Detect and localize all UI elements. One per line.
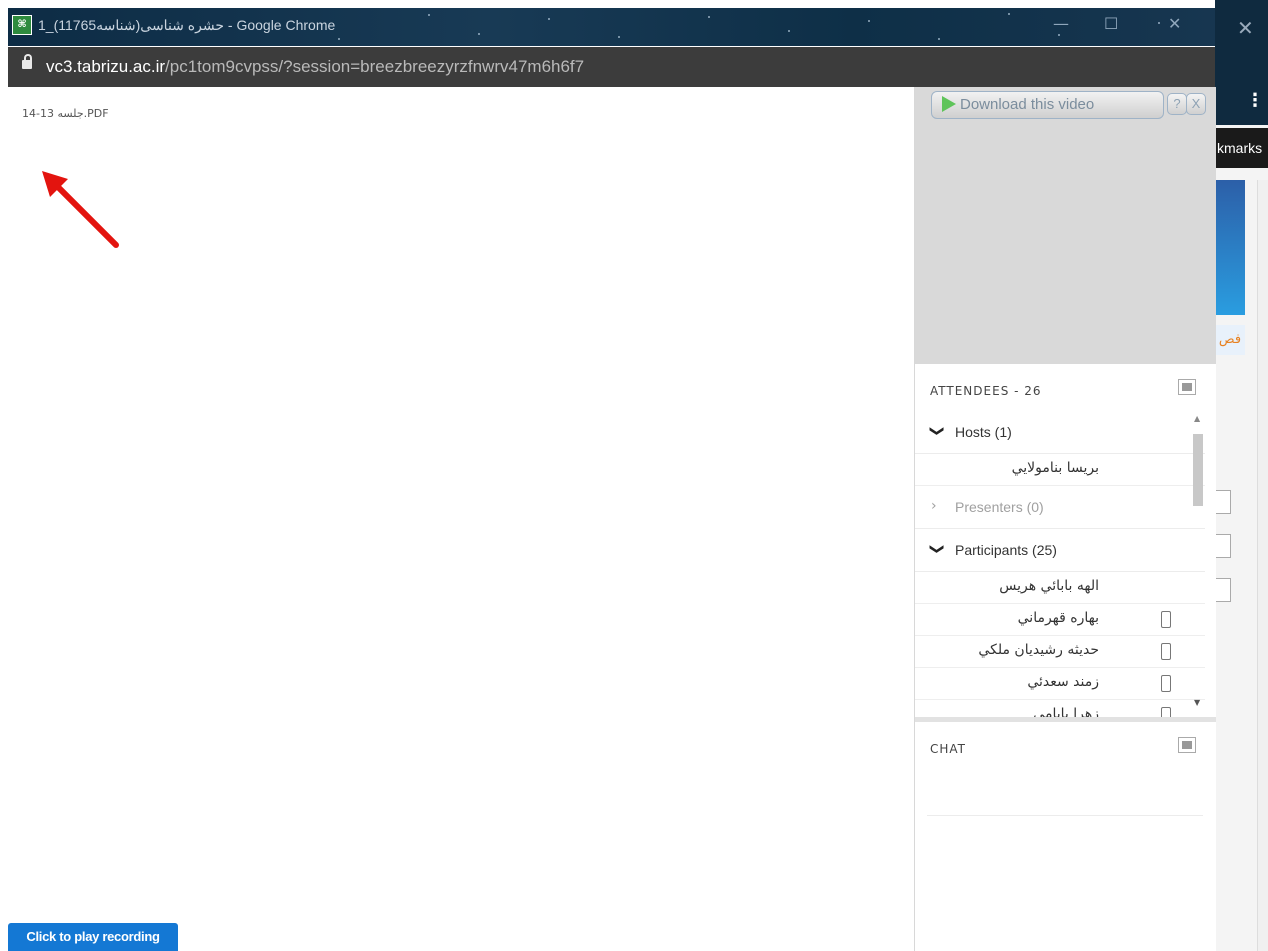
group-label: Hosts (1) — [955, 424, 1012, 440]
attendee-name: حديثه رشيديان ملكي — [978, 642, 1099, 658]
window-title: حشره شناسی(شناسه11765)_1 - Google Chrome — [38, 17, 336, 33]
list-item[interactable]: الهه بابائي هريس — [915, 572, 1205, 604]
mobile-device-icon — [1161, 675, 1171, 692]
attendee-name: بهاره قهرماني — [1017, 610, 1099, 626]
url-text[interactable]: vc3.tabrizu.ac.ir/pc1tom9cvpss/?session=… — [46, 57, 584, 77]
document-file-name: 14-13 جلسه.PDF — [22, 107, 109, 120]
help-button[interactable]: ? — [1167, 93, 1187, 115]
minimize-icon[interactable]: — — [1053, 14, 1069, 33]
background-checkbox — [1215, 490, 1231, 514]
mobile-device-icon — [1161, 611, 1171, 628]
attendees-header: ATTENDEES - 26 — [915, 367, 1216, 411]
attendee-list: ❯ Hosts (1) بريسا بناموﻻيي › Presenters … — [915, 411, 1205, 717]
pod-divider[interactable] — [915, 717, 1216, 722]
background-bookmarks-label: kmarks — [1215, 128, 1268, 168]
background-window-titlebar: ✕ ⋮ — [1215, 0, 1268, 125]
attendees-title: ATTENDEES - 26 — [930, 384, 1042, 398]
close-pod-button[interactable]: X — [1186, 93, 1206, 115]
list-item[interactable]: زمند سعدئي — [915, 668, 1205, 700]
mobile-device-icon — [1161, 707, 1171, 717]
chevron-right-icon: › — [931, 498, 937, 514]
attendee-name: الهه بابائي هريس — [999, 578, 1099, 594]
group-hosts[interactable]: ❯ Hosts (1) — [915, 411, 1205, 454]
video-pod: Download this video ? X — [915, 87, 1216, 364]
play-icon — [942, 95, 956, 112]
background-tab-label: فص — [1215, 325, 1245, 355]
chat-title: CHAT — [930, 742, 967, 756]
lock-icon[interactable] — [22, 54, 32, 69]
background-checkbox — [1215, 534, 1231, 558]
group-label: Presenters (0) — [955, 499, 1044, 515]
meeting-side-panel: Download this video ? X ATTENDEES - 26 ❯… — [914, 87, 1216, 951]
chevron-down-icon: ❯ — [928, 425, 945, 437]
url-host: vc3.tabrizu.ac.ir — [46, 57, 166, 76]
background-menu-icon[interactable]: ⋮ — [1246, 90, 1264, 111]
background-close-icon[interactable]: ✕ — [1237, 16, 1254, 40]
fullscreen-icon[interactable] — [1178, 737, 1196, 753]
background-window: ✕ ⋮ kmarks فص — [1215, 0, 1268, 951]
group-presenters[interactable]: › Presenters (0) — [915, 486, 1205, 529]
background-checkbox — [1215, 578, 1231, 602]
url-path: /pc1tom9cvpss/?session=breezbreezyrzfnwr… — [165, 57, 585, 76]
download-video-label: Download this video — [960, 96, 1095, 113]
list-item[interactable]: بريسا بناموﻻيي — [915, 454, 1205, 486]
attendee-scrollbar[interactable]: ▲ ▼ — [1191, 414, 1205, 717]
play-recording-button[interactable]: Click to play recording — [8, 923, 178, 951]
list-item[interactable]: حديثه رشيديان ملكي — [915, 636, 1205, 668]
list-item[interactable]: زهرا بابامي — [915, 700, 1205, 717]
attendee-name: زمند سعدئي — [1027, 674, 1099, 690]
background-banner-image — [1215, 180, 1245, 315]
attendee-name: زهرا بابامي — [1033, 706, 1099, 717]
maximize-icon[interactable]: ☐ — [1104, 14, 1118, 33]
annotation-arrow-icon — [42, 171, 119, 248]
download-video-button[interactable]: Download this video — [931, 91, 1164, 119]
scroll-up-icon[interactable]: ▲ — [1194, 414, 1200, 423]
app-icon: ⌘ — [12, 15, 32, 35]
address-bar[interactable]: vc3.tabrizu.ac.ir/pc1tom9cvpss/?session=… — [8, 47, 1215, 87]
chevron-down-icon: ❯ — [928, 543, 945, 555]
chat-header: CHAT — [915, 725, 1216, 769]
fullscreen-icon[interactable] — [1178, 379, 1196, 395]
chat-divider — [927, 815, 1203, 816]
group-participants[interactable]: ❯ Participants (25) — [915, 529, 1205, 572]
background-scrollbar — [1257, 180, 1268, 951]
close-icon[interactable]: ✕ — [1168, 14, 1181, 33]
window-titlebar: ⌘ حشره شناسی(شناسه11765)_1 - Google Chro… — [8, 8, 1215, 46]
mobile-device-icon — [1161, 643, 1171, 660]
list-item[interactable]: بهاره قهرماني — [915, 604, 1205, 636]
scroll-thumb[interactable] — [1193, 434, 1203, 506]
scroll-down-icon[interactable]: ▼ — [1194, 698, 1200, 707]
attendee-name: بريسا بناموﻻيي — [1011, 460, 1099, 476]
group-label: Participants (25) — [955, 542, 1057, 558]
